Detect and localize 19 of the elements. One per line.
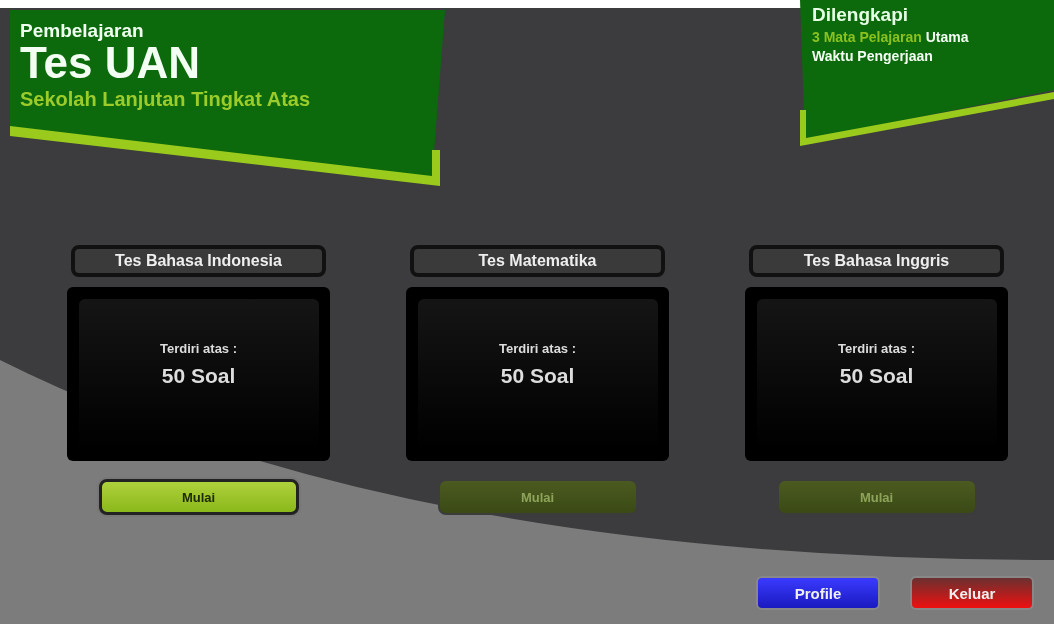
- start-button[interactable]: Mulai: [98, 479, 299, 515]
- question-count: 50 Soal: [161, 363, 236, 388]
- question-label: Terdiri atas :: [837, 340, 916, 356]
- question-count: 50 Soal: [839, 363, 914, 388]
- exit-button[interactable]: Keluar: [910, 576, 1034, 610]
- test-title: Tes Bahasa Indonesia: [71, 245, 326, 277]
- test-title: Tes Matematika: [410, 245, 665, 277]
- tagline: Sekolah Lanjutan Tingkat Atas: [20, 88, 311, 111]
- duration-label: Waktu Pengerjaan: [812, 48, 933, 64]
- info-title: Dilengkapi: [812, 4, 910, 26]
- test-title: Tes Bahasa Inggris: [749, 245, 1004, 277]
- subject-count: 3 Mata Pelajaran: [812, 29, 922, 45]
- question-label: Terdiri atas :: [159, 340, 238, 356]
- question-count: 50 Soal: [500, 363, 575, 388]
- info-text: Utama: [925, 29, 969, 45]
- subtitle: Pembelajaran: [20, 20, 145, 42]
- profile-button[interactable]: Profile: [756, 576, 880, 610]
- app-title: Tes UAN: [20, 42, 202, 84]
- question-label: Terdiri atas :: [498, 340, 577, 356]
